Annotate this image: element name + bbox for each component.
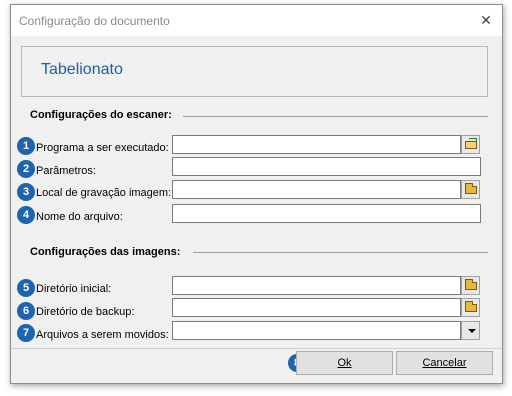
section-divider-scanner xyxy=(183,116,488,117)
field-label-initial-dir: Diretório inicial: xyxy=(36,283,112,295)
badge-1: 1 xyxy=(17,137,35,155)
params-input[interactable] xyxy=(172,157,481,176)
badge-6: 6 xyxy=(17,302,35,320)
section-divider-images xyxy=(193,252,488,253)
initial-dir-input[interactable] xyxy=(172,276,461,295)
dialog-window: Configuração do documento ✕ Tabelionato … xyxy=(10,4,503,384)
folder-icon xyxy=(465,183,477,194)
window-title: Configuração do documento xyxy=(19,14,170,28)
field-label-params: Parâmetros: xyxy=(36,165,96,177)
badge-5: 5 xyxy=(17,279,35,297)
folder-icon xyxy=(465,301,477,312)
title-bar: Configuração do documento ✕ xyxy=(11,5,502,36)
save-location-browse-button[interactable] xyxy=(461,180,480,199)
ok-button[interactable]: Ok xyxy=(296,351,393,375)
program-input[interactable] xyxy=(172,135,461,154)
badge-3: 3 xyxy=(17,183,35,201)
badge-7: 7 xyxy=(17,324,35,342)
ok-button-label: Ok xyxy=(337,357,352,369)
section-title-scanner: Configurações do escaner: xyxy=(30,109,172,121)
header-panel: Tabelionato xyxy=(21,46,488,97)
open-folder-icon xyxy=(465,138,477,149)
badge-4: 4 xyxy=(17,206,35,224)
cancel-button-label: Cancelar xyxy=(422,357,467,369)
field-label-files-to-move: Arquivos a serem movidos: xyxy=(36,329,169,341)
section-title-images: Configurações das imagens: xyxy=(30,246,181,258)
field-label-save-location: Local de gravação imagem: xyxy=(36,187,172,199)
field-label-program: Programa a ser executado: xyxy=(36,142,169,154)
backup-dir-input[interactable] xyxy=(172,298,461,317)
footer-divider xyxy=(11,348,502,349)
file-name-input[interactable] xyxy=(172,204,481,223)
program-browse-button[interactable] xyxy=(461,135,480,154)
header-title: Tabelionato xyxy=(41,61,123,78)
save-location-input[interactable] xyxy=(172,180,461,199)
dropdown-arrow-icon xyxy=(468,329,476,333)
cancel-button[interactable]: Cancelar xyxy=(396,351,493,375)
field-label-file-name: Nome do arquivo: xyxy=(36,211,123,223)
initial-dir-browse-button[interactable] xyxy=(461,276,480,295)
folder-icon xyxy=(465,279,477,290)
files-to-move-dropdown-button[interactable] xyxy=(461,321,480,340)
backup-dir-browse-button[interactable] xyxy=(461,298,480,317)
files-to-move-select[interactable] xyxy=(172,321,461,340)
close-icon[interactable]: ✕ xyxy=(478,12,494,28)
badge-2: 2 xyxy=(17,160,35,178)
field-label-backup-dir: Diretório de backup: xyxy=(36,306,135,318)
